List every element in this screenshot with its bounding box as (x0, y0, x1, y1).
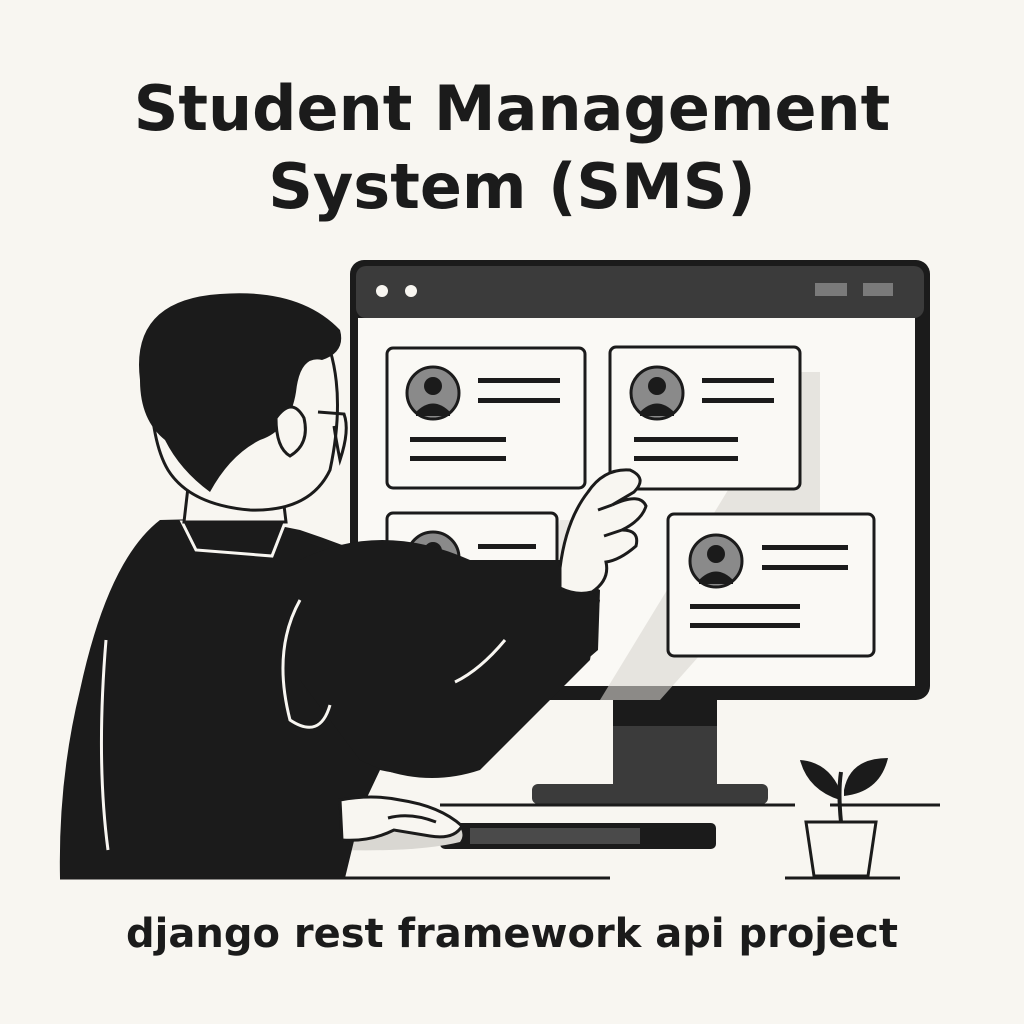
title-line-2: System (SMS) (268, 150, 756, 223)
window-control-icon (815, 283, 847, 296)
student-card[interactable] (666, 512, 876, 658)
avatar-icon (688, 533, 744, 589)
window-dot-icon (405, 285, 417, 297)
window-control-icon (863, 283, 893, 296)
plant-icon (800, 758, 888, 878)
avatar-icon (405, 365, 461, 421)
student-card[interactable] (608, 345, 802, 491)
page-title: Student Management System (SMS) (0, 70, 1024, 226)
monitor-base (532, 784, 768, 804)
window-dot-icon (376, 285, 388, 297)
title-line-1: Student Management (133, 72, 891, 145)
student-card[interactable] (385, 346, 587, 490)
avatar-icon (629, 365, 685, 421)
poster-canvas: Student Management System (SMS) django r… (0, 0, 1024, 1024)
caption: django rest framework api project (126, 911, 898, 957)
